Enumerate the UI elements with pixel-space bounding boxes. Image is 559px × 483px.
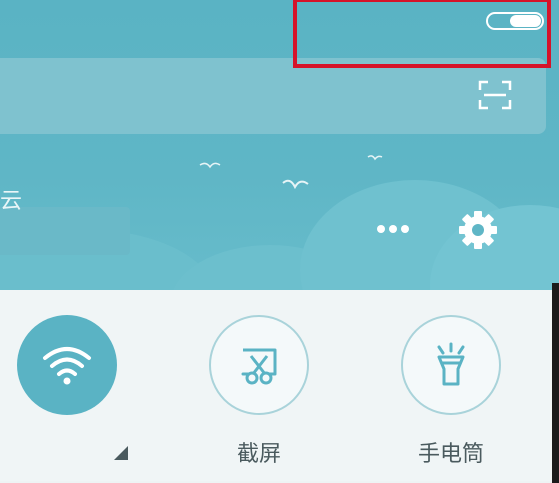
wifi-icon — [43, 347, 91, 385]
flashlight-button[interactable] — [401, 315, 501, 415]
flashlight-icon — [437, 342, 465, 386]
more-dots-icon[interactable] — [375, 222, 411, 236]
flashlight-label: 手电筒 — [417, 442, 484, 467]
wifi-toggle-button[interactable] — [17, 315, 117, 415]
expand-arrow-icon[interactable] — [114, 446, 128, 460]
scissors-icon — [241, 348, 277, 385]
search-bar[interactable] — [0, 58, 546, 134]
account-text: 云 — [0, 189, 23, 214]
scan-icon[interactable] — [478, 80, 512, 110]
screenshot-label: 截屏 — [236, 442, 281, 467]
toggle-knob — [510, 15, 541, 27]
highlight-box — [293, 0, 551, 68]
panel-edge — [552, 283, 559, 483]
gear-icon[interactable] — [458, 210, 498, 250]
screenshot-button[interactable] — [209, 315, 309, 415]
